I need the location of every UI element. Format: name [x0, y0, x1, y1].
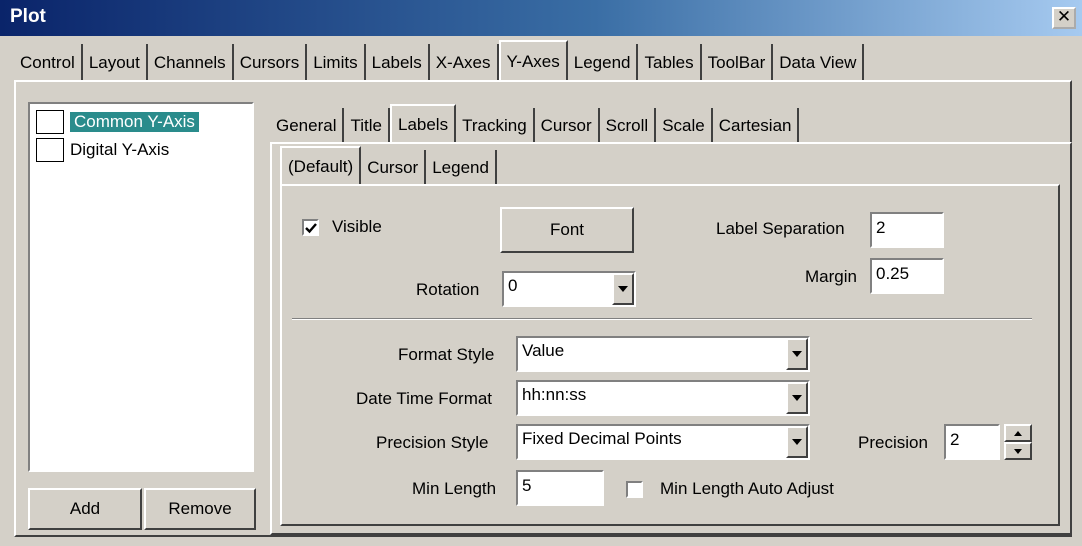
remove-button[interactable]: Remove — [144, 488, 256, 530]
subtab-scale[interactable]: Scale — [656, 108, 713, 144]
add-button[interactable]: Add — [28, 488, 142, 530]
tab-control[interactable]: Control — [14, 44, 83, 82]
label-separation-label: Label Separation — [716, 219, 845, 238]
close-icon: ✕ — [1056, 7, 1072, 26]
precision-input[interactable]: 2 — [944, 424, 1000, 460]
tab-x-axes[interactable]: X-Axes — [430, 44, 499, 82]
precision-style-value: Fixed Decimal Points — [522, 429, 682, 448]
format-style-select[interactable]: Value — [516, 336, 810, 372]
min-length-auto-checkbox[interactable] — [626, 481, 643, 498]
dropdown-arrow-icon[interactable] — [786, 382, 808, 414]
subtab-tracking[interactable]: Tracking — [456, 108, 535, 144]
add-button-label: Add — [69, 499, 101, 518]
subtab-general[interactable]: General — [270, 108, 345, 144]
tab-layout[interactable]: Layout — [83, 44, 148, 82]
window-title: Plot — [10, 6, 46, 27]
min-length-input[interactable]: 5 — [516, 470, 604, 506]
subtab-title[interactable]: Title — [344, 108, 390, 144]
list-item[interactable]: Common Y-Axis — [36, 108, 246, 136]
rotation-value: 0 — [508, 276, 518, 295]
margin-label: Margin — [805, 267, 857, 286]
tab-data-view[interactable]: Data View — [773, 44, 865, 82]
precision-style-label: Precision Style — [376, 433, 489, 452]
axis-color-swatch — [36, 110, 64, 134]
tab-labels[interactable]: Labels — [366, 44, 430, 82]
main-tab-strip: Control Layout Channels Cursors Limits Labels… — [14, 40, 1072, 82]
axis-list[interactable]: Common Y-Axis Digital Y-Axis — [28, 102, 254, 472]
dropdown-arrow-icon[interactable] — [786, 338, 808, 370]
innertab-cursor[interactable]: Cursor — [361, 150, 427, 186]
subtab-cartesian[interactable]: Cartesian — [713, 108, 800, 144]
date-time-format-select[interactable]: hh:nn:ss — [516, 380, 810, 416]
innertab-default[interactable]: (Default) — [280, 146, 362, 186]
tab-toolbar[interactable]: ToolBar — [702, 44, 774, 82]
date-time-format-label: Date Time Format — [356, 389, 493, 408]
min-length-label: Min Length — [412, 479, 497, 498]
format-style-label: Format Style — [398, 345, 495, 364]
inner-tab-strip: (Default) Cursor Legend — [280, 146, 540, 186]
precision-spinner[interactable] — [1004, 424, 1032, 460]
spin-up-icon[interactable] — [1004, 424, 1032, 442]
axis-item-label: Common Y-Axis — [70, 112, 199, 132]
section-divider — [292, 318, 1032, 320]
dropdown-arrow-icon[interactable] — [786, 426, 808, 458]
subtab-scroll[interactable]: Scroll — [600, 108, 657, 144]
list-item[interactable]: Digital Y-Axis — [36, 136, 246, 164]
subtab-labels[interactable]: Labels — [389, 104, 457, 144]
remove-button-label: Remove — [168, 499, 232, 518]
visible-label: Visible — [332, 217, 382, 236]
spin-down-icon[interactable] — [1004, 442, 1032, 460]
tab-limits[interactable]: Limits — [307, 44, 366, 82]
tab-y-axes[interactable]: Y-Axes — [498, 40, 568, 82]
innertab-legend[interactable]: Legend — [426, 150, 497, 186]
font-button-label: Font — [549, 220, 585, 239]
label-separation-input[interactable]: 2 — [870, 212, 944, 248]
rotation-label: Rotation — [416, 280, 480, 299]
axis-color-swatch — [36, 138, 64, 162]
visible-checkbox[interactable] — [302, 219, 319, 236]
precision-label: Precision — [858, 433, 928, 452]
min-length-auto-label: Min Length Auto Adjust — [660, 479, 834, 498]
checkmark-icon — [304, 222, 317, 233]
axis-item-label: Digital Y-Axis — [70, 140, 170, 159]
tab-tables[interactable]: Tables — [638, 44, 702, 82]
dropdown-arrow-icon[interactable] — [612, 273, 634, 305]
format-style-value: Value — [522, 341, 565, 360]
date-time-format-value: hh:nn:ss — [522, 385, 587, 404]
tab-channels[interactable]: Channels — [148, 44, 234, 82]
tab-legend[interactable]: Legend — [568, 44, 639, 82]
tab-cursors[interactable]: Cursors — [234, 44, 308, 82]
title-bar — [0, 0, 1082, 36]
sub-tab-strip: General Title Labels Tracking Cursor Scroll Sc… — [270, 104, 952, 144]
subtab-cursor[interactable]: Cursor — [535, 108, 600, 144]
margin-input[interactable]: 0.25 — [870, 258, 944, 294]
font-button[interactable]: Font — [500, 207, 634, 253]
rotation-select[interactable]: 0 — [502, 271, 636, 307]
close-button[interactable]: ✕ — [1052, 7, 1076, 29]
precision-style-select[interactable]: Fixed Decimal Points — [516, 424, 810, 460]
